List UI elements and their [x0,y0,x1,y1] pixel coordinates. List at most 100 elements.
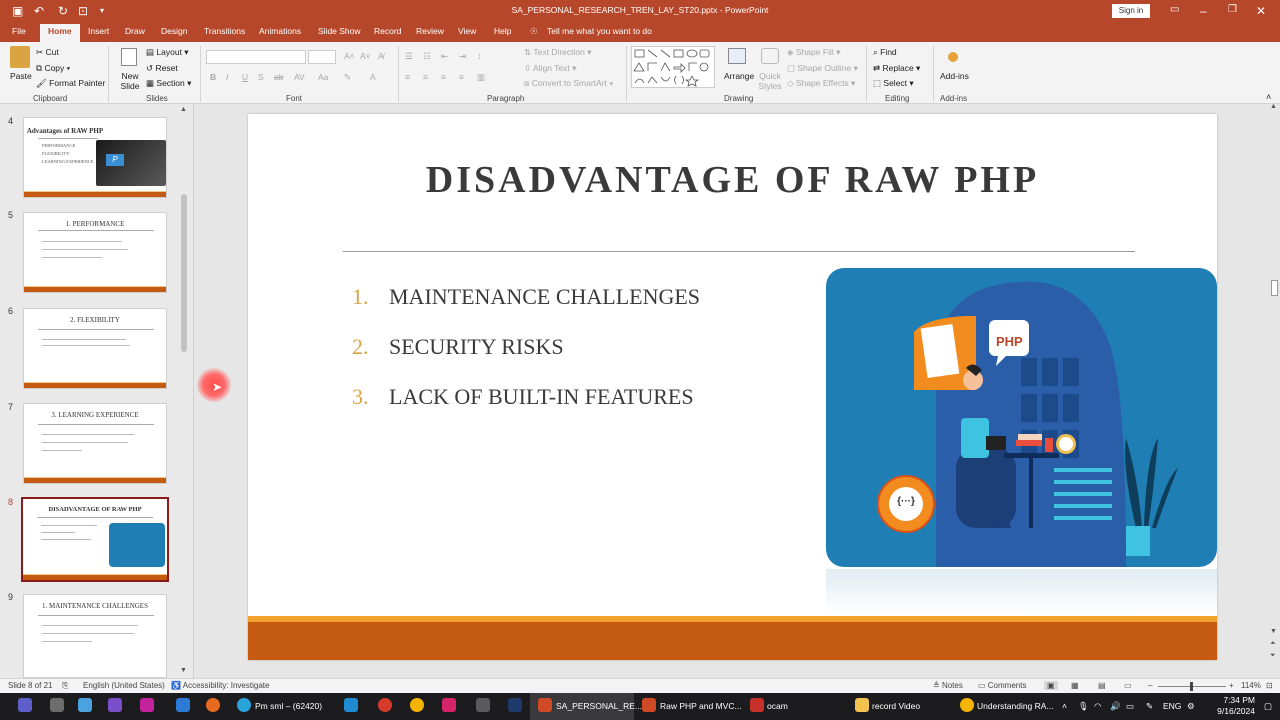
app-icon[interactable] [140,698,154,712]
slide-thumbnail-6[interactable]: 2. FLEXIBILITY [23,308,167,389]
pen-icon[interactable]: ✎ [1146,693,1153,720]
thumbnail-scrollbar[interactable]: ▲ ▼ [178,106,190,676]
vscode-icon[interactable] [344,698,358,712]
font-color-icon[interactable]: A [370,72,376,82]
arrange-icon[interactable] [728,48,746,64]
slide-thumbnail-7[interactable]: 3. LEARNING EXPERIENCE [23,403,167,484]
bold-icon[interactable]: B [210,72,216,82]
shape-outline-button[interactable]: ▢ Shape Outline ▾ [787,63,858,74]
scrollbar-thumb[interactable] [181,194,187,352]
slide-canvas[interactable]: DISADVANTAGE OF RAW PHP 1. MAINTENANCE CH… [248,114,1217,660]
paste-icon[interactable] [10,46,30,68]
tab-record[interactable]: Record [374,26,401,36]
microphone-icon[interactable]: 🎙 [1078,693,1089,720]
tab-home[interactable]: Home [40,24,80,42]
tab-file[interactable]: File [12,26,26,36]
comments-button[interactable]: ▭ Comments [978,681,1026,690]
tab-slide-show[interactable]: Slide Show [318,26,361,36]
convert-smartart-button[interactable]: ⧈ Convert to SmartArt ▾ [524,78,613,89]
underline-icon[interactable]: U [242,72,248,82]
highlight-icon[interactable]: ✎ [344,72,351,83]
paste-button[interactable]: Paste [10,71,32,81]
wifi-icon[interactable]: ◠ [1094,693,1101,720]
tab-insert[interactable]: Insert [88,26,109,36]
editor-scrollbar[interactable]: ▲ ▼ ⏶ ⏷ [1268,103,1280,678]
new-slide-button[interactable]: New Slide [117,71,143,91]
increase-indent-icon[interactable]: ⇥ [459,51,466,62]
slide-thumbnail-8-selected[interactable]: DISADVANTAGE OF RAW PHP [21,497,169,582]
font-name-box[interactable] [206,50,306,64]
app-icon[interactable] [442,698,456,712]
file-explorer-icon[interactable] [50,698,64,712]
numbering-icon[interactable]: ☷ [423,51,431,62]
visual-studio-icon[interactable] [108,698,122,712]
arrange-button[interactable]: Arrange [724,71,754,81]
clock[interactable]: 7:34 PM 9/16/2024 [1205,695,1255,717]
firefox-icon[interactable] [206,698,220,712]
spelling-icon[interactable]: ⎘ [62,681,68,691]
format-painter-button[interactable]: 🖌 Format Painter [36,78,105,89]
taskbar-item-active[interactable]: SA_PERSONAL_RE... [530,693,642,720]
notes-button[interactable]: ≜ Notes [933,681,963,690]
find-button[interactable]: ⌕ Find [873,47,897,58]
app-icon[interactable] [476,698,490,712]
scroll-up-icon[interactable]: ▲ [180,106,187,113]
sign-in-button[interactable]: Sign in [1112,4,1150,18]
shape-fill-button[interactable]: ◈ Shape Fill ▾ [787,47,840,58]
collapse-ribbon-icon[interactable]: ˄ [1266,92,1271,102]
shape-effects-button[interactable]: ◇ Shape Effects ▾ [787,78,855,89]
scroll-up-icon[interactable]: ▲ [1270,103,1277,110]
telegram-icon[interactable] [237,698,251,712]
chrome-icon[interactable] [960,698,974,712]
developer-illustration[interactable]: PHP {···} [826,268,1217,567]
show-hidden-icons-icon[interactable]: ˄ [1062,693,1067,720]
language-indicator[interactable]: ENG [1163,693,1181,720]
italic-icon[interactable]: I [226,72,228,82]
taskbar-item[interactable]: record Video [872,693,920,720]
tab-help[interactable]: Help [494,26,511,36]
slideshow-view-icon[interactable]: ▭ [1124,681,1132,690]
minimize-icon[interactable]: – [1200,4,1207,18]
reading-view-icon[interactable]: ▤ [1098,681,1106,690]
taskbar-item[interactable]: ocam [767,693,788,720]
photoshop-icon[interactable] [508,698,522,712]
next-slide-icon[interactable]: ⏷ [1270,652,1276,660]
zoom-level[interactable]: 114% [1241,681,1261,690]
powerpoint-icon[interactable] [642,698,656,712]
previous-slide-icon[interactable]: ⏶ [1270,640,1276,648]
align-text-button[interactable]: ⇳ Align Text ▾ [524,63,576,74]
align-left-icon[interactable]: ≡ [405,72,410,82]
ocam-icon[interactable] [750,698,764,712]
decrease-font-icon[interactable]: A˅ [360,51,371,61]
scroll-down-icon[interactable]: ▼ [1270,628,1277,635]
new-slide-icon[interactable] [121,48,137,66]
align-center-icon[interactable]: ≡ [423,72,428,82]
text-direction-button[interactable]: ⇅ Text Direction ▾ [524,47,591,58]
shadow-icon[interactable]: S [258,72,264,82]
accessibility-icon[interactable]: ♿ Accessibility: Investigate [171,681,269,690]
line-spacing-icon[interactable]: ↕ [477,51,481,61]
copy-button[interactable]: ⧉ Copy ▾ [36,63,70,74]
app-icon[interactable] [378,698,392,712]
teams-icon[interactable] [18,698,32,712]
taskbar-item[interactable]: Pm sml – (62420) [255,693,322,720]
tell-me-search[interactable]: Tell me what you want to do [547,26,652,36]
shapes-gallery[interactable] [631,46,715,88]
justify-icon[interactable]: ≡ [459,72,464,82]
slide-thumbnail-4[interactable]: Advantages of RAW PHP PERFORMANCE FLEXIB… [23,117,167,198]
tab-view[interactable]: View [458,26,476,36]
restore-icon[interactable]: ❐ [1228,4,1237,15]
decrease-indent-icon[interactable]: ⇤ [441,51,448,62]
zoom-out-icon[interactable]: – [1148,681,1152,690]
layout-button[interactable]: ▤ Layout ▾ [146,47,189,58]
change-case-icon[interactable]: Aa [318,72,328,82]
close-icon[interactable]: ✕ [1256,4,1266,18]
section-button[interactable]: ▦ Section ▾ [146,78,191,89]
scroll-down-icon[interactable]: ▼ [180,667,187,674]
zoom-slider-thumb[interactable] [1190,682,1193,691]
quick-styles-button[interactable]: Quick Styles [756,71,784,91]
align-right-icon[interactable]: ≡ [441,72,446,82]
select-button[interactable]: ⬚ Select ▾ [873,78,914,89]
taskbar-item[interactable]: Raw PHP and MVC... [660,693,742,720]
scrollbar-thumb[interactable] [1271,280,1278,296]
